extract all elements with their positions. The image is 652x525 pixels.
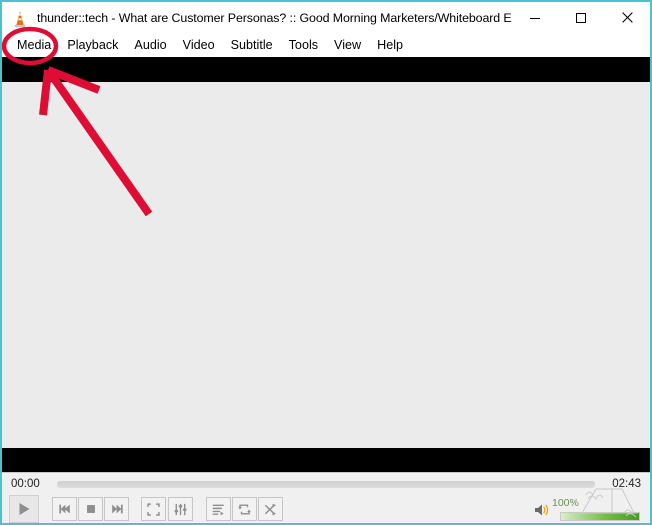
shuffle-icon	[263, 502, 278, 517]
play-button[interactable]	[9, 495, 39, 523]
volume-percent-label: 100%	[552, 497, 579, 509]
extended-settings-button[interactable]	[168, 497, 193, 521]
menu-item-media[interactable]: Media	[9, 36, 59, 54]
loop-button[interactable]	[232, 497, 257, 521]
seek-slider[interactable]	[57, 481, 595, 488]
window-title: thunder::tech - What are Customer Person…	[37, 10, 512, 25]
menu-item-audio[interactable]: Audio	[126, 36, 174, 54]
equalizer-sliders-icon	[173, 502, 188, 517]
stop-button[interactable]	[78, 497, 103, 521]
video-canvas[interactable]	[2, 82, 650, 448]
next-button[interactable]	[104, 497, 129, 521]
stop-icon	[84, 502, 98, 516]
playlist-icon	[211, 502, 226, 517]
letterbox-bar-bottom	[2, 448, 650, 472]
maximize-button[interactable]	[558, 2, 604, 33]
previous-track-icon	[58, 502, 72, 516]
close-button[interactable]	[604, 2, 650, 33]
menu-item-view[interactable]: View	[326, 36, 369, 54]
player-control-panel: 00:00 02:43 100%	[2, 472, 650, 523]
video-display-area[interactable]	[2, 57, 650, 472]
playlist-button[interactable]	[206, 497, 231, 521]
speaker-volume-icon[interactable]	[534, 502, 552, 518]
elapsed-time-label[interactable]: 00:00	[11, 478, 40, 490]
menu-item-subtitle[interactable]: Subtitle	[223, 36, 281, 54]
volume-slider-fill	[561, 513, 639, 520]
menu-item-tools[interactable]: Tools	[281, 36, 326, 54]
fullscreen-button[interactable]	[141, 497, 166, 521]
vlc-cone-icon	[10, 9, 30, 29]
volume-slider[interactable]	[560, 512, 640, 521]
shuffle-button[interactable]	[258, 497, 283, 521]
menu-item-video[interactable]: Video	[175, 36, 223, 54]
total-time-label[interactable]: 02:43	[612, 478, 641, 490]
vlc-media-player-window: thunder::tech - What are Customer Person…	[0, 0, 652, 525]
seek-row: 00:00 02:43	[2, 474, 650, 496]
title-bar: thunder::tech - What are Customer Person…	[2, 2, 650, 33]
letterbox-bar-top	[2, 57, 650, 82]
loop-icon	[237, 502, 252, 517]
fullscreen-icon	[146, 502, 161, 517]
transport-buttons-row: 100%	[2, 488, 650, 523]
play-icon	[16, 501, 32, 517]
menu-bar: Media Playback Audio Video Subtitle Tool…	[2, 33, 650, 57]
next-track-icon	[110, 502, 124, 516]
minimize-button[interactable]	[512, 2, 558, 33]
menu-item-playback[interactable]: Playback	[59, 36, 126, 54]
menu-item-help[interactable]: Help	[369, 36, 411, 54]
volume-control[interactable]: 100%	[522, 488, 642, 523]
prev-button[interactable]	[52, 497, 77, 521]
